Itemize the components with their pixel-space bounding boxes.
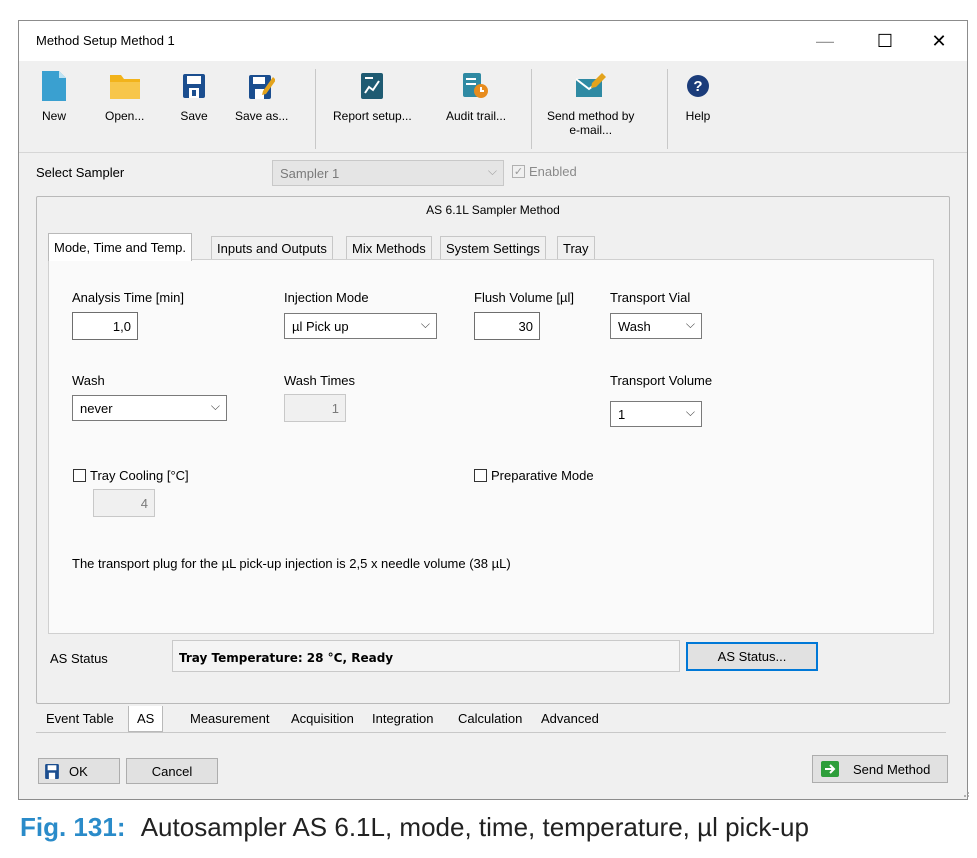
flush-volume-input[interactable]: 30	[474, 312, 540, 340]
floppy-icon	[45, 763, 59, 779]
toolbar-separator	[531, 69, 532, 149]
folder-icon	[109, 69, 140, 103]
tab-as[interactable]: AS	[128, 706, 164, 732]
tab-acquisition[interactable]: Acquisition	[283, 706, 362, 732]
resize-grip-icon[interactable]	[960, 786, 970, 797]
email-icon	[575, 69, 606, 103]
new-button[interactable]: New	[39, 69, 69, 123]
audit-trail-button[interactable]: Audit trail...	[446, 69, 506, 123]
transport-vial-select[interactable]: Wash ⌵	[610, 313, 702, 339]
new-label: New	[41, 109, 66, 123]
tab-advanced[interactable]: Advanced	[533, 706, 607, 732]
tab-system-settings[interactable]: System Settings	[440, 236, 546, 260]
analysis-time-label: Analysis Time [min]	[72, 290, 184, 305]
flush-volume-label: Flush Volume [µl]	[474, 290, 574, 305]
tab-mode-time-temp[interactable]: Mode, Time and Temp.	[48, 233, 192, 261]
tray-cooling-input[interactable]: 4	[93, 489, 155, 517]
maximize-button[interactable]: ☐	[862, 21, 908, 61]
figure-number: Fig. 131:	[20, 812, 126, 842]
save-button[interactable]: Save	[179, 69, 209, 123]
wash-times-input[interactable]: 1	[284, 394, 346, 422]
figure-caption: Fig. 131: Autosampler AS 6.1L, mode, tim…	[20, 812, 809, 843]
chevron-down-icon: ⌵	[685, 405, 695, 419]
toolbar-separator	[315, 69, 316, 149]
tab-tray[interactable]: Tray	[557, 236, 595, 260]
tab-event-table[interactable]: Event Table	[38, 706, 122, 732]
tab-mix-methods[interactable]: Mix Methods	[346, 236, 432, 260]
tab-integration[interactable]: Integration	[364, 706, 441, 732]
title-bar: Method Setup Method 1 — ☐ ✕	[19, 21, 967, 61]
toolbar-separator	[667, 69, 668, 149]
send-method-button[interactable]: Send Method	[812, 755, 948, 783]
floppy-icon	[179, 69, 209, 103]
save-as-icon	[247, 69, 277, 103]
group-title: AS 6.1L Sampler Method	[426, 203, 560, 217]
injection-mode-label: Injection Mode	[284, 290, 369, 305]
open-label: Open...	[105, 109, 145, 123]
report-setup-label: Report setup...	[333, 109, 412, 123]
figure-text: Autosampler AS 6.1L, mode, time, tempera…	[140, 812, 809, 842]
send-email-button[interactable]: Send method by e-mail...	[547, 69, 634, 137]
injection-mode-select[interactable]: µl Pick up ⌵	[284, 313, 437, 339]
transport-volume-select[interactable]: 1 ⌵	[610, 401, 702, 427]
as-status-text: Tray Temperature: 28 °C, Ready	[172, 640, 680, 672]
chevron-down-icon: ⌵	[487, 164, 497, 178]
transport-volume-label: Transport Volume	[610, 373, 713, 388]
audit-trail-label: Audit trail...	[446, 109, 507, 123]
tab-inputs-outputs[interactable]: Inputs and Outputs	[211, 236, 333, 260]
as-status-button[interactable]: AS Status...	[686, 642, 818, 671]
select-sampler-label: Select Sampler	[36, 165, 125, 180]
bottom-divider	[36, 732, 946, 733]
help-icon: ?	[683, 69, 713, 103]
preparative-mode-checkbox[interactable]: Preparative Mode	[474, 468, 594, 483]
transport-plug-note: The transport plug for the µL pick-up in…	[72, 556, 511, 571]
as-status-label: AS Status	[50, 651, 108, 666]
send-arrow-icon	[821, 761, 839, 777]
tab-calculation[interactable]: Calculation	[450, 706, 530, 732]
report-setup-button[interactable]: Report setup...	[333, 69, 412, 123]
save-as-button[interactable]: Save as...	[235, 69, 288, 123]
open-button[interactable]: Open...	[105, 69, 144, 123]
tray-cooling-checkbox[interactable]: Tray Cooling [°C]	[73, 468, 189, 483]
help-button[interactable]: ? Help	[683, 69, 713, 123]
enabled-checkbox[interactable]: ✓ Enabled	[512, 164, 577, 179]
minimize-button[interactable]: —	[802, 21, 848, 61]
window-title: Method Setup Method 1	[36, 33, 175, 48]
toolbar: New Open... Save Save as... Report setup…	[19, 61, 967, 153]
ok-button[interactable]: OK	[38, 758, 120, 784]
wash-times-label: Wash Times	[284, 373, 356, 388]
chevron-down-icon: ⌵	[685, 317, 695, 331]
wash-select[interactable]: never ⌵	[72, 395, 227, 421]
help-label: Help	[685, 109, 711, 123]
chevron-down-icon: ⌵	[420, 317, 430, 331]
close-button[interactable]: ✕	[916, 21, 962, 61]
sampler-select[interactable]: Sampler 1 ⌵	[272, 160, 504, 186]
save-label: Save	[180, 109, 208, 123]
analysis-time-input[interactable]: 1,0	[72, 312, 138, 340]
report-icon	[357, 69, 387, 103]
wash-label: Wash	[72, 373, 105, 388]
cancel-button[interactable]: Cancel	[126, 758, 218, 784]
svg-text:?: ?	[693, 78, 702, 95]
send-email-label: Send method by e-mail...	[547, 109, 635, 137]
chevron-down-icon: ⌵	[210, 399, 220, 413]
checkmark-icon: ✓	[512, 165, 525, 178]
save-as-label: Save as...	[235, 109, 289, 123]
tab-measurement[interactable]: Measurement	[182, 706, 277, 732]
new-file-icon	[39, 69, 69, 103]
audit-trail-icon	[461, 69, 491, 103]
transport-vial-label: Transport Vial	[610, 290, 691, 305]
